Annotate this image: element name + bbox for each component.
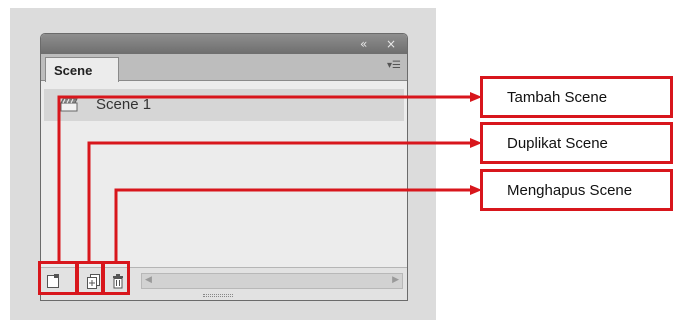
callout-duplicate-scene: Duplikat Scene [480,122,673,164]
duplicate-scene-highlight [76,261,104,295]
callout-delete-scene: Menghapus Scene [480,169,673,211]
delete-scene-highlight [102,261,130,295]
callout-add-scene: Tambah Scene [480,76,673,118]
add-scene-highlight [38,261,78,295]
